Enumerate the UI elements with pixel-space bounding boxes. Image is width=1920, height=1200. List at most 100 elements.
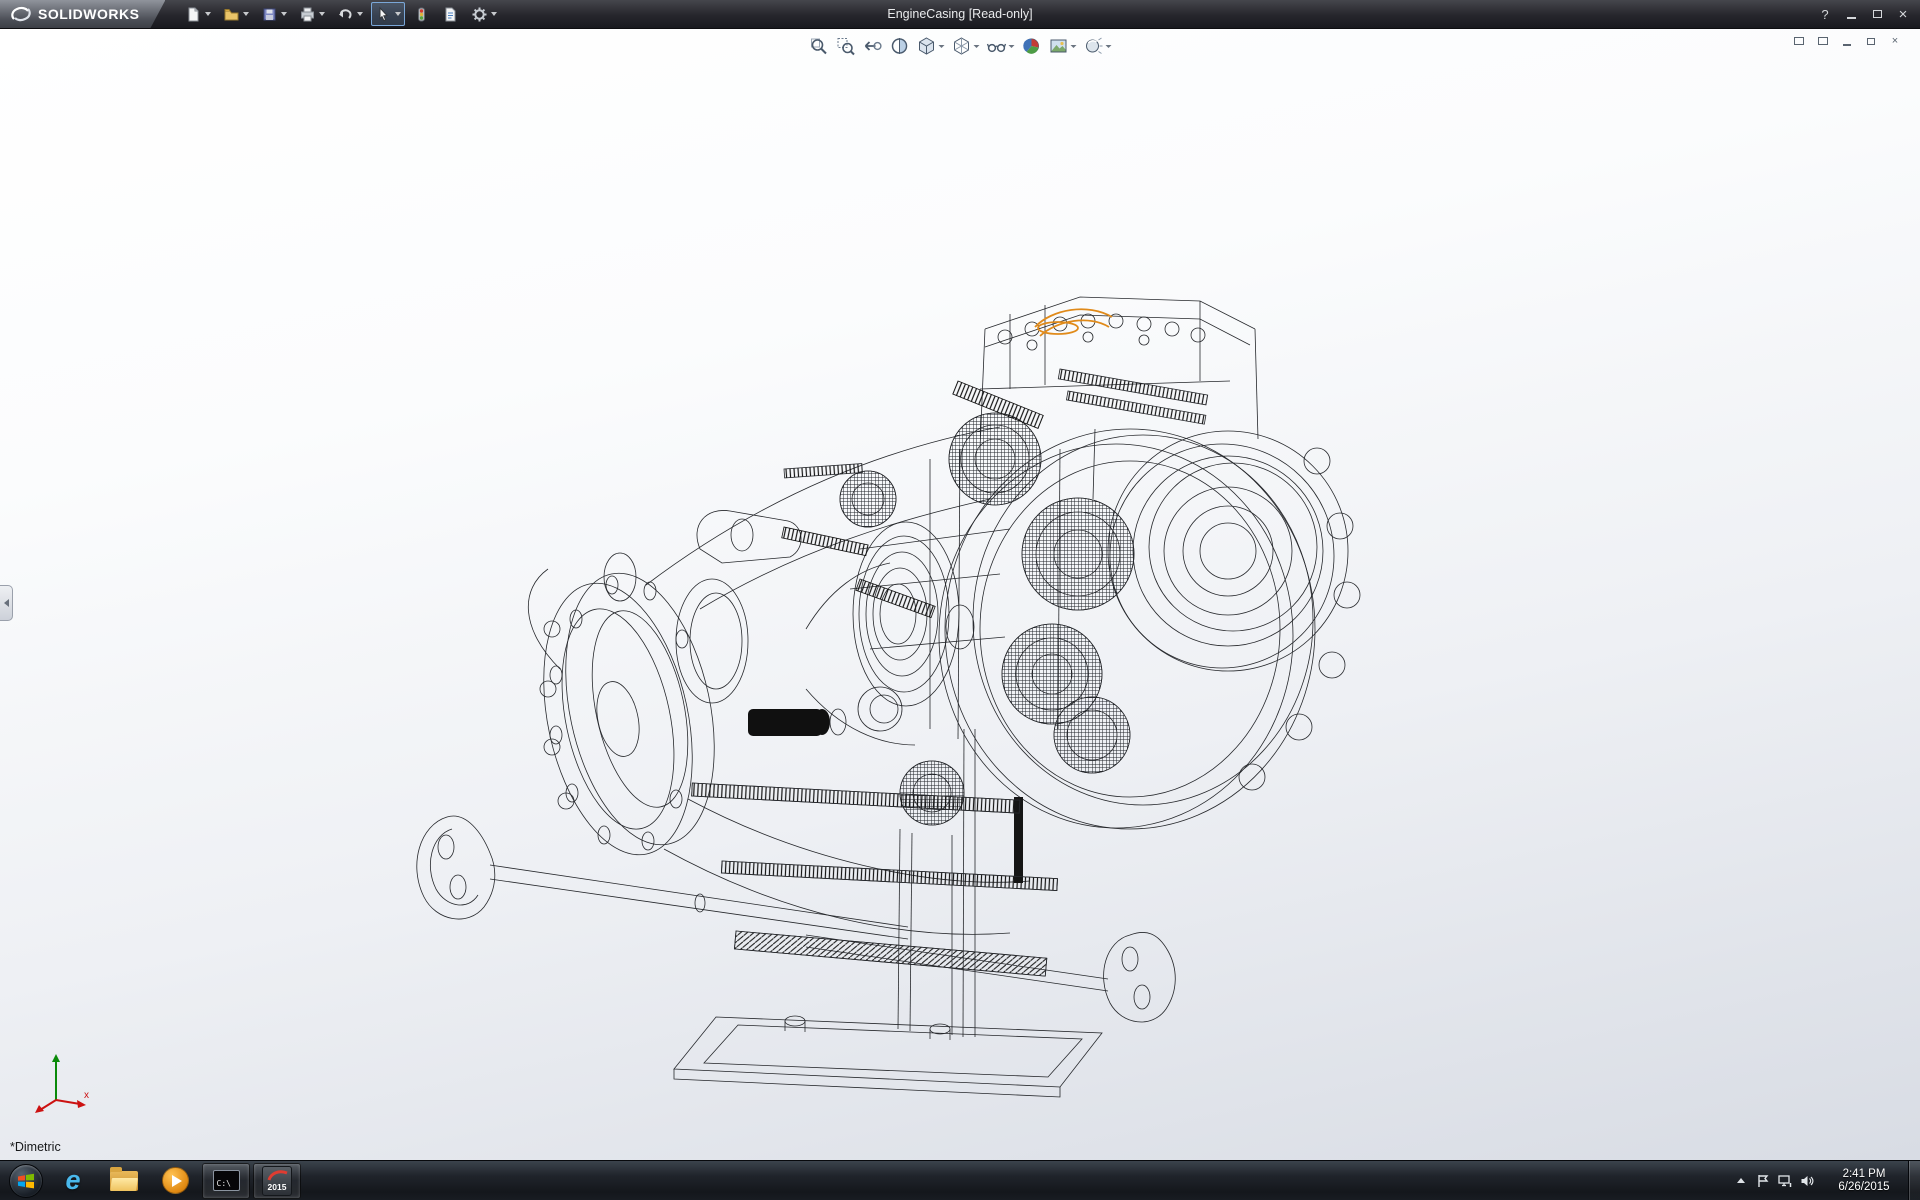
file-properties-button[interactable] [438, 2, 463, 26]
featuremanager-flyout-tab[interactable] [0, 585, 13, 621]
close-button[interactable]: × [1892, 4, 1914, 24]
save-button[interactable] [257, 2, 291, 26]
media-player-icon [162, 1167, 189, 1194]
graphics-viewport[interactable]: × [0, 29, 1920, 1160]
new-window-icon [1818, 37, 1828, 45]
print-button[interactable] [295, 2, 329, 26]
action-center-button[interactable] [1752, 1167, 1774, 1195]
dropdown-caret[interactable] [243, 12, 249, 16]
taskbar: e C:\ 2015 [0, 1160, 1920, 1200]
standard-toolbar [179, 2, 503, 26]
open-button[interactable] [219, 2, 253, 26]
dropdown-caret[interactable] [357, 12, 363, 16]
previous-view-icon [863, 36, 883, 56]
edit-appearance-sphere-icon [1022, 36, 1042, 56]
show-desktop-button[interactable] [1908, 1161, 1920, 1200]
engine-casing-model[interactable] [0, 29, 1920, 1160]
show-hidden-icons-button[interactable] [1730, 1167, 1752, 1195]
taskbar-windows-explorer[interactable] [100, 1163, 148, 1199]
start-button[interactable] [9, 1164, 43, 1198]
dropdown-caret[interactable] [939, 45, 945, 48]
document-minimize-icon [1843, 44, 1851, 46]
file-properties-icon [442, 6, 459, 23]
apply-scene-button[interactable] [1046, 33, 1080, 59]
solidworks-icon: 2015 [262, 1166, 292, 1196]
document-restore-button[interactable] [1862, 33, 1880, 49]
view-settings-button[interactable] [1081, 33, 1115, 59]
action-center-flag-icon [1756, 1174, 1770, 1188]
dropdown-caret[interactable] [1106, 45, 1112, 48]
volume-icon [1800, 1174, 1815, 1188]
dropdown-caret[interactable] [1071, 45, 1077, 48]
solidworks-window: SOLIDWORKS [0, 0, 1920, 1200]
taskbar-apps: e C:\ 2015 [49, 1163, 301, 1199]
clock-time: 2:41 PM [1826, 1168, 1902, 1181]
dropdown-caret[interactable] [281, 12, 287, 16]
internet-explorer-icon: e [65, 1165, 80, 1196]
arrange-window-button[interactable] [1790, 33, 1808, 49]
dropdown-caret[interactable] [491, 12, 497, 16]
solidworks-swoosh-icon [267, 1169, 289, 1183]
taskbar-media-player[interactable] [151, 1163, 199, 1199]
solidworks-logo: SOLIDWORKS [0, 0, 165, 28]
hide-show-glasses-icon [987, 36, 1007, 56]
network-icon [1778, 1174, 1793, 1188]
new-document-icon [185, 6, 202, 23]
highlighted-edge[interactable] [1035, 309, 1112, 336]
new-document-button[interactable] [181, 2, 215, 26]
help-button[interactable]: ? [1814, 4, 1836, 24]
zoom-to-area-icon [836, 36, 856, 56]
rebuild-button[interactable] [409, 2, 434, 26]
undo-icon [337, 6, 354, 23]
dropdown-caret[interactable] [395, 12, 401, 16]
save-icon [261, 6, 278, 23]
window-controls: ? × [1814, 4, 1920, 24]
rebuild-icon [413, 6, 430, 23]
view-orientation-cube-icon [917, 36, 937, 56]
zoom-to-fit-button[interactable] [806, 33, 832, 59]
dropdown-caret[interactable] [319, 12, 325, 16]
minimize-button[interactable] [1840, 4, 1862, 24]
wireframe-geometry [417, 297, 1360, 1097]
zoom-to-area-button[interactable] [833, 33, 859, 59]
options-gear-icon [471, 6, 488, 23]
document-title: EngineCasing [Read-only] [887, 7, 1032, 21]
display-style-cube-icon [952, 36, 972, 56]
volume-button[interactable] [1796, 1167, 1818, 1195]
ds-logo-icon [10, 5, 32, 23]
taskbar-command-prompt[interactable]: C:\ [202, 1163, 250, 1199]
dropdown-caret[interactable] [974, 45, 980, 48]
options-button[interactable] [467, 2, 501, 26]
windows-logo-icon [17, 1173, 35, 1189]
heads-up-view-toolbar [806, 33, 1115, 59]
previous-view-button[interactable] [860, 33, 886, 59]
chevron-left-icon [4, 599, 9, 607]
select-button[interactable] [371, 2, 405, 26]
display-style-button[interactable] [949, 33, 983, 59]
hide-show-items-button[interactable] [984, 33, 1018, 59]
undo-button[interactable] [333, 2, 367, 26]
network-button[interactable] [1774, 1167, 1796, 1195]
document-minimize-button[interactable] [1838, 33, 1856, 49]
dropdown-caret[interactable] [1009, 45, 1015, 48]
document-close-button[interactable]: × [1886, 33, 1904, 49]
document-close-icon: × [1892, 35, 1898, 47]
taskbar-internet-explorer[interactable]: e [49, 1163, 97, 1199]
view-orientation-button[interactable] [914, 33, 948, 59]
dropdown-caret[interactable] [205, 12, 211, 16]
open-folder-icon [223, 6, 240, 23]
command-prompt-icon: C:\ [213, 1170, 240, 1191]
taskbar-solidworks[interactable]: 2015 [253, 1163, 301, 1199]
section-view-button[interactable] [887, 33, 913, 59]
restore-button[interactable] [1866, 4, 1888, 24]
arrange-window-icon [1794, 37, 1804, 45]
apply-scene-icon [1049, 36, 1069, 56]
taskbar-clock[interactable]: 2:41 PM 6/26/2015 [1826, 1168, 1902, 1194]
triad-x-label: x [84, 1090, 89, 1101]
new-window-button[interactable] [1814, 33, 1832, 49]
app-name: SOLIDWORKS [38, 6, 139, 22]
chevron-up-icon [1737, 1178, 1745, 1183]
close-icon: × [1899, 7, 1908, 22]
zoom-to-fit-icon [809, 36, 829, 56]
edit-appearance-button[interactable] [1019, 33, 1045, 59]
